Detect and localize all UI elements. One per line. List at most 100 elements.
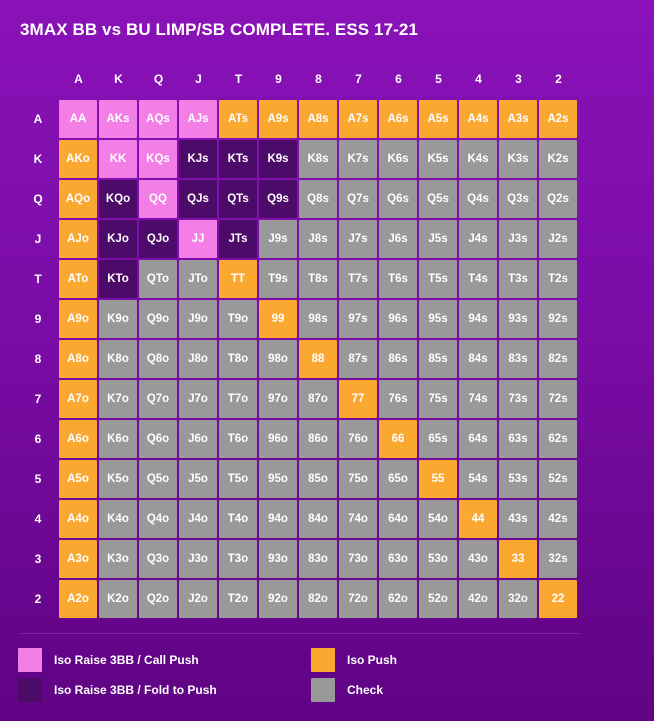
hand-cell[interactable]: Q2o (139, 580, 177, 618)
hand-cell[interactable]: T5s (419, 260, 457, 298)
hand-cell[interactable]: K3s (499, 140, 537, 178)
hand-cell[interactable]: AJo (59, 220, 97, 258)
hand-cell[interactable]: A3o (59, 540, 97, 578)
hand-cell[interactable]: J7s (339, 220, 377, 258)
hand-cell[interactable]: A6s (379, 100, 417, 138)
hand-cell[interactable]: A9o (59, 300, 97, 338)
hand-cell[interactable]: A2o (59, 580, 97, 618)
hand-cell[interactable]: 42s (539, 500, 577, 538)
hand-cell[interactable]: 75s (419, 380, 457, 418)
hand-cell[interactable]: K8o (99, 340, 137, 378)
hand-cell[interactable]: Q6o (139, 420, 177, 458)
hand-cell[interactable]: Q7o (139, 380, 177, 418)
hand-cell[interactable]: KK (99, 140, 137, 178)
hand-cell[interactable]: 92o (259, 580, 297, 618)
hand-cell[interactable]: 98o (259, 340, 297, 378)
hand-cell[interactable]: J4o (179, 500, 217, 538)
hand-cell[interactable]: 82s (539, 340, 577, 378)
hand-cell[interactable]: K4s (459, 140, 497, 178)
hand-cell[interactable]: 95s (419, 300, 457, 338)
hand-cell[interactable]: J6s (379, 220, 417, 258)
hand-cell[interactable]: 73s (499, 380, 537, 418)
hand-cell[interactable]: Q2s (539, 180, 577, 218)
hand-cell[interactable]: AA (59, 100, 97, 138)
hand-cell[interactable]: J8s (299, 220, 337, 258)
hand-cell[interactable]: 83o (299, 540, 337, 578)
hand-cell[interactable]: 42o (459, 580, 497, 618)
hand-cell[interactable]: KQs (139, 140, 177, 178)
hand-cell[interactable]: A4s (459, 100, 497, 138)
hand-cell[interactable]: 93s (499, 300, 537, 338)
hand-cell[interactable]: ATo (59, 260, 97, 298)
hand-cell[interactable]: Q7s (339, 180, 377, 218)
hand-cell[interactable]: 97s (339, 300, 377, 338)
hand-cell[interactable]: K2o (99, 580, 137, 618)
hand-cell[interactable]: 63s (499, 420, 537, 458)
hand-cell[interactable]: Q4s (459, 180, 497, 218)
hand-cell[interactable]: A8s (299, 100, 337, 138)
hand-cell[interactable]: K6o (99, 420, 137, 458)
hand-cell[interactable]: 76s (379, 380, 417, 418)
hand-cell[interactable]: Q5o (139, 460, 177, 498)
hand-cell[interactable]: A7s (339, 100, 377, 138)
hand-cell[interactable]: 33 (499, 540, 537, 578)
hand-cell[interactable]: 75o (339, 460, 377, 498)
hand-cell[interactable]: T2o (219, 580, 257, 618)
hand-cell[interactable]: JTs (219, 220, 257, 258)
hand-cell[interactable]: Q8s (299, 180, 337, 218)
hand-cell[interactable]: 64s (459, 420, 497, 458)
hand-cell[interactable]: 54s (459, 460, 497, 498)
hand-cell[interactable]: A5o (59, 460, 97, 498)
hand-cell[interactable]: 65s (419, 420, 457, 458)
hand-cell[interactable]: T9o (219, 300, 257, 338)
hand-cell[interactable]: K9s (259, 140, 297, 178)
hand-cell[interactable]: 62o (379, 580, 417, 618)
hand-cell[interactable]: J7o (179, 380, 217, 418)
hand-cell[interactable]: 52s (539, 460, 577, 498)
hand-cell[interactable]: 53s (499, 460, 537, 498)
hand-cell[interactable]: 55 (419, 460, 457, 498)
hand-cell[interactable]: TT (219, 260, 257, 298)
hand-cell[interactable]: 84o (299, 500, 337, 538)
hand-cell[interactable]: T3o (219, 540, 257, 578)
hand-cell[interactable]: 43o (459, 540, 497, 578)
hand-cell[interactable]: 32s (539, 540, 577, 578)
hand-cell[interactable]: K4o (99, 500, 137, 538)
hand-cell[interactable]: QTs (219, 180, 257, 218)
hand-cell[interactable]: 54o (419, 500, 457, 538)
hand-cell[interactable]: K3o (99, 540, 137, 578)
hand-cell[interactable]: K5s (419, 140, 457, 178)
hand-cell[interactable]: T9s (259, 260, 297, 298)
hand-cell[interactable]: Q5s (419, 180, 457, 218)
hand-cell[interactable]: J9o (179, 300, 217, 338)
hand-cell[interactable]: 85o (299, 460, 337, 498)
hand-cell[interactable]: AKs (99, 100, 137, 138)
hand-cell[interactable]: K5o (99, 460, 137, 498)
hand-cell[interactable]: K2s (539, 140, 577, 178)
hand-cell[interactable]: K9o (99, 300, 137, 338)
hand-cell[interactable]: 32o (499, 580, 537, 618)
hand-cell[interactable]: A8o (59, 340, 97, 378)
hand-cell[interactable]: A9s (259, 100, 297, 138)
hand-cell[interactable]: KTo (99, 260, 137, 298)
hand-cell[interactable]: 82o (299, 580, 337, 618)
hand-cell[interactable]: 62s (539, 420, 577, 458)
hand-cell[interactable]: JJ (179, 220, 217, 258)
hand-cell[interactable]: QTo (139, 260, 177, 298)
hand-cell[interactable]: 64o (379, 500, 417, 538)
hand-cell[interactable]: 96s (379, 300, 417, 338)
hand-cell[interactable]: Q9s (259, 180, 297, 218)
hand-cell[interactable]: 86s (379, 340, 417, 378)
hand-cell[interactable]: J6o (179, 420, 217, 458)
hand-cell[interactable]: T6o (219, 420, 257, 458)
hand-cell[interactable]: 86o (299, 420, 337, 458)
hand-cell[interactable]: 74s (459, 380, 497, 418)
hand-cell[interactable]: QQ (139, 180, 177, 218)
hand-cell[interactable]: 87o (299, 380, 337, 418)
hand-cell[interactable]: T8s (299, 260, 337, 298)
hand-cell[interactable]: Q4o (139, 500, 177, 538)
hand-cell[interactable]: 44 (459, 500, 497, 538)
hand-cell[interactable]: 65o (379, 460, 417, 498)
hand-cell[interactable]: K6s (379, 140, 417, 178)
hand-cell[interactable]: T4s (459, 260, 497, 298)
